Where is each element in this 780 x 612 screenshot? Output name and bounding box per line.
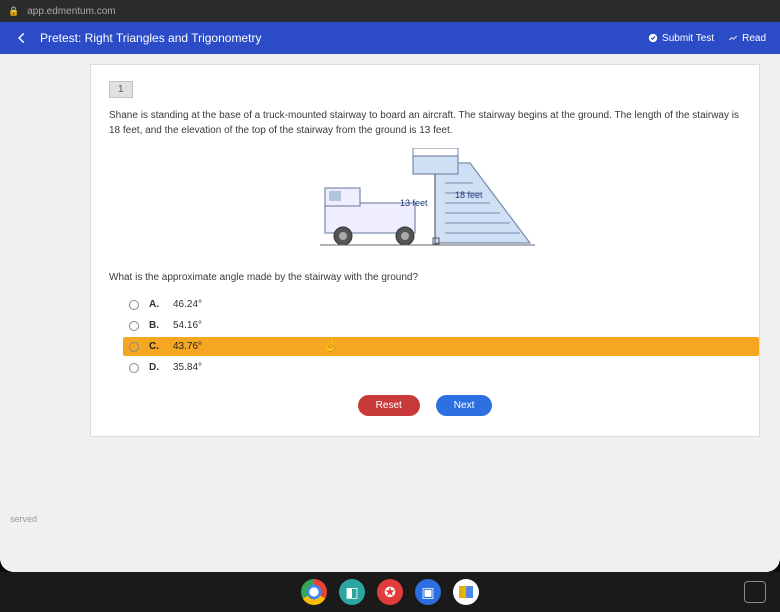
question-number: 1 [109,81,133,98]
option-letter: B. [149,320,163,331]
answer-options: A. 46.24° B. 54.16° C. 43.76° ☝ D. [123,295,741,377]
option-letter: C. [149,341,163,352]
copyright-footnote: served [10,514,37,524]
shelf-app-icon[interactable]: ✪ [377,579,403,605]
hypotenuse-label: 18 feet [455,190,483,200]
question-prompt: What is the approximate angle made by th… [109,272,741,283]
option-c[interactable]: C. 43.76° ☝ [123,337,759,356]
option-value: 43.76° [173,341,202,352]
option-value: 54.16° [173,320,202,331]
option-letter: A. [149,299,163,310]
option-value: 46.24° [173,299,202,310]
truck-stairway-figure: 13 feet 18 feet [305,148,545,258]
radio-icon [129,321,139,331]
chromeos-shelf: ◧ ✪ ▣ [0,572,780,612]
back-arrow-icon[interactable] [14,30,30,46]
shelf-app-icon[interactable]: ▣ [415,579,441,605]
page-title: Pretest: Right Triangles and Trigonometr… [40,31,261,45]
next-button[interactable]: Next [436,395,493,416]
option-b[interactable]: B. 54.16° [123,316,741,335]
question-card: 1 Shane is standing at the base of a tru… [90,64,760,437]
reader-tools-button[interactable]: Read [728,33,766,44]
app-header: Pretest: Right Triangles and Trigonometr… [0,22,780,54]
option-letter: D. [149,362,163,373]
option-d[interactable]: D. 35.84° [123,358,741,377]
option-value: 35.84° [173,362,202,373]
shelf-app-icon[interactable]: ◧ [339,579,365,605]
height-label: 13 feet [400,198,428,208]
reader-tools-label: Read [742,33,766,44]
url-text: app.edmentum.com [27,6,115,17]
reset-button[interactable]: Reset [358,395,420,416]
shelf-tray-icon[interactable] [744,581,766,603]
browser-address-bar: 🔒 app.edmentum.com [0,0,780,22]
option-a[interactable]: A. 46.24° [123,295,741,314]
radio-icon [129,342,139,352]
chrome-icon[interactable] [301,579,327,605]
google-drive-icon[interactable] [453,579,479,605]
lock-icon: 🔒 [8,6,19,17]
radio-icon [129,300,139,310]
submit-test-label: Submit Test [662,33,714,44]
question-text: Shane is standing at the base of a truck… [109,108,741,138]
radio-icon [129,363,139,373]
pointer-cursor-icon: ☝ [323,338,338,352]
submit-test-button[interactable]: Submit Test [648,33,714,44]
